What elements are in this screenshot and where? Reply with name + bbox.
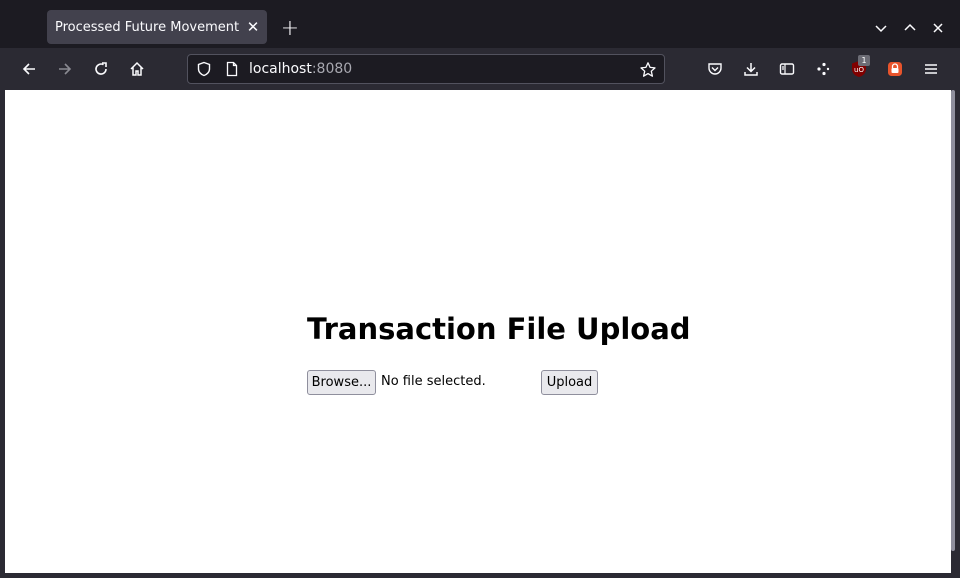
pocket-icon[interactable] <box>700 54 730 84</box>
tab-strip: Processed Future Movement ✕ + <box>0 0 960 48</box>
forward-arrow-icon[interactable] <box>50 54 80 84</box>
menu-icon[interactable] <box>916 54 946 84</box>
chevron-down-icon[interactable] <box>867 14 895 42</box>
reload-icon[interactable] <box>86 54 116 84</box>
back-arrow-icon[interactable] <box>14 54 44 84</box>
window-border-right <box>955 90 960 578</box>
star-icon[interactable] <box>639 61 657 79</box>
upload-button[interactable]: Upload <box>541 370 598 395</box>
new-tab-button[interactable]: + <box>276 14 304 42</box>
url-bar[interactable]: localhost:8080 <box>187 54 665 84</box>
navigation-toolbar: localhost:8080 uO <box>0 48 960 90</box>
url-text[interactable]: localhost:8080 <box>249 61 352 77</box>
page-content: Transaction File Upload Browse... No fil… <box>5 90 951 573</box>
tab-close-icon[interactable]: ✕ <box>241 15 265 39</box>
download-icon[interactable] <box>736 54 766 84</box>
addon-icon[interactable] <box>880 54 910 84</box>
url-host: localhost <box>249 61 312 77</box>
extension-badge: 1 <box>858 55 870 66</box>
tab-title: Processed Future Movement <box>55 19 240 35</box>
url-port: :8080 <box>311 61 353 77</box>
svg-text:uO: uO <box>854 66 864 74</box>
window-border-bottom <box>0 573 960 578</box>
browse-button[interactable]: Browse... <box>307 370 376 395</box>
close-icon[interactable] <box>924 14 952 42</box>
file-status-text: No file selected. <box>381 374 486 389</box>
shield-icon[interactable] <box>196 61 212 77</box>
sidebar-icon[interactable] <box>772 54 802 84</box>
page-icon[interactable] <box>224 61 240 77</box>
tab-active[interactable]: Processed Future Movement ✕ <box>47 10 267 44</box>
home-icon[interactable] <box>122 54 152 84</box>
chevron-up-icon[interactable] <box>896 14 924 42</box>
extension-icon[interactable] <box>808 54 838 84</box>
page-title: Transaction File Upload <box>307 312 691 346</box>
